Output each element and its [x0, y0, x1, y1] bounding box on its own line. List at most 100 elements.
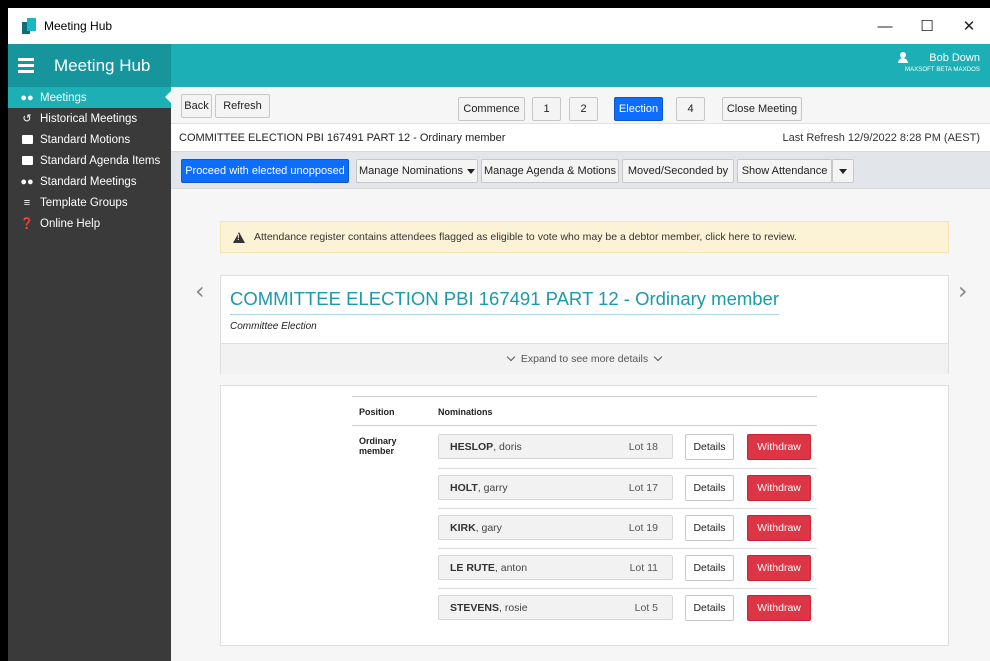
details-button[interactable]: Details: [685, 595, 734, 621]
nomination-row: HOLT, garry Lot 17 Details Withdraw: [438, 468, 817, 508]
sidebar-item-label: Meetings: [40, 91, 87, 104]
nomination-row: HESLOP, doris Lot 18 Details Withdraw: [438, 428, 817, 468]
user-name: Bob Down: [929, 52, 980, 64]
nomination-row: KIRK, gary Lot 19 Details Withdraw: [438, 508, 817, 548]
nominee-lot: Lot 17: [628, 482, 658, 494]
back-button[interactable]: Back: [181, 94, 212, 118]
step-election-button[interactable]: Election: [614, 97, 663, 121]
withdraw-button[interactable]: Withdraw: [747, 434, 811, 460]
election-type: Committee Election: [230, 321, 317, 332]
last-refresh: Last Refresh 12/9/2022 8:28 PM (AEST): [782, 132, 981, 144]
nominee-given-name: , rosie: [499, 602, 528, 614]
nominee-name: HOLT, garry: [450, 482, 508, 494]
step-2-button[interactable]: 2: [569, 97, 598, 121]
show-attendance-button[interactable]: Show Attendance: [737, 159, 832, 183]
nominations-table-header: Position Nominations: [352, 396, 817, 426]
user-icon: [898, 52, 908, 64]
sidebar-item-standard-meetings[interactable]: ●● Standard Meetings: [8, 171, 171, 192]
help-icon: ❓: [20, 218, 34, 230]
election-title: COMMITTEE ELECTION PBI 167491 PART 12 - …: [230, 288, 780, 315]
nominee-given-name: , garry: [477, 482, 508, 494]
sidebar-item-label: Standard Meetings: [40, 175, 137, 188]
sidebar-item-template-groups[interactable]: ≡ Template Groups: [8, 192, 171, 213]
nominee-box: STEVENS, rosie Lot 5: [438, 595, 673, 620]
gavel-icon: [20, 134, 34, 146]
users-icon: ●●: [20, 91, 34, 104]
sidebar-item-historical-meetings[interactable]: ↺ Historical Meetings: [8, 108, 171, 129]
expand-details-toggle[interactable]: Expand to see more details: [221, 343, 948, 374]
scrollbar[interactable]: [982, 44, 990, 661]
withdraw-button[interactable]: Withdraw: [747, 515, 811, 541]
show-attendance-dropdown-toggle[interactable]: [832, 159, 854, 183]
brand-area: Meeting Hub: [8, 44, 171, 87]
warning-icon: [233, 231, 245, 243]
chevron-down-icon: [506, 352, 516, 362]
step-4-button[interactable]: 4: [676, 97, 705, 121]
nominee-name: KIRK, gary: [450, 522, 502, 534]
nominee-box: LE RUTE, anton Lot 11: [438, 555, 673, 580]
nomination-row: STEVENS, rosie Lot 5 Details Withdraw: [438, 588, 817, 628]
window-title: Meeting Hub: [44, 19, 113, 33]
details-button[interactable]: Details: [685, 434, 734, 460]
details-button[interactable]: Details: [685, 515, 734, 541]
nominations-column-header: Nominations: [438, 407, 493, 417]
manage-agenda-motions-button[interactable]: Manage Agenda & Motions: [481, 159, 619, 183]
sidebar-item-online-help[interactable]: ❓ Online Help: [8, 213, 171, 234]
step-commence-button[interactable]: Commence: [458, 97, 525, 121]
user-menu[interactable]: Bob Down MAXSOFT BETA MAXDOS: [880, 52, 980, 82]
moved-seconded-button[interactable]: Moved/Seconded by: [622, 159, 734, 183]
nominee-given-name: , anton: [494, 562, 528, 574]
sidebar-item-standard-motions[interactable]: Standard Motions: [8, 129, 171, 150]
details-button[interactable]: Details: [685, 475, 734, 501]
nominee-lot: Lot 5: [634, 602, 658, 614]
sidebar-item-label: Historical Meetings: [40, 112, 138, 125]
nominee-lot: Lot 11: [629, 562, 658, 574]
nomination-row: LE RUTE, anton Lot 11 Details Withdraw: [438, 548, 817, 588]
next-item-icon[interactable]: ›: [958, 277, 968, 305]
election-card: COMMITTEE ELECTION PBI 167491 PART 12 - …: [220, 275, 949, 374]
app-logo-icon: [22, 18, 36, 34]
nominee-name: STEVENS, rosie: [450, 602, 528, 614]
debtor-warning-alert[interactable]: Attendance register contains attendees f…: [220, 221, 949, 253]
previous-item-icon[interactable]: ‹: [195, 277, 205, 305]
maximize-button[interactable]: ☐: [906, 8, 948, 44]
manage-nominations-dropdown[interactable]: Manage Nominations: [356, 159, 478, 183]
layers-icon: ≡: [23, 196, 31, 209]
proceed-elected-unopposed-button[interactable]: Proceed with elected unopposed: [181, 159, 349, 183]
chevron-down-icon: [653, 352, 663, 362]
app-window: Meeting Hub — ☐ ✕ Meeting Hub Bob Down M…: [8, 8, 990, 661]
nominee-surname: LE RUTE: [450, 562, 495, 574]
bookmark-icon: [20, 155, 34, 167]
position-column-header: Position: [359, 407, 395, 417]
withdraw-button[interactable]: Withdraw: [747, 595, 811, 621]
sidebar-item-label: Online Help: [40, 217, 101, 230]
sidebar-item-meetings[interactable]: ●● Meetings: [8, 87, 172, 108]
close-button[interactable]: ✕: [948, 8, 990, 44]
withdraw-button[interactable]: Withdraw: [747, 555, 811, 581]
sidebar-item-standard-agenda-items[interactable]: Standard Agenda Items: [8, 150, 171, 171]
nominee-surname: HESLOP: [450, 441, 494, 453]
withdraw-button[interactable]: Withdraw: [747, 475, 811, 501]
nominee-given-name: , doris: [493, 441, 522, 453]
caret-down-icon: [466, 168, 475, 174]
step-1-button[interactable]: 1: [532, 97, 561, 121]
nominee-surname: STEVENS: [450, 602, 500, 614]
nominee-box: HESLOP, doris Lot 18: [438, 434, 673, 459]
hamburger-menu-icon[interactable]: [18, 58, 34, 73]
nominee-given-name: , gary: [475, 522, 502, 534]
sidebar-item-label: Standard Agenda Items: [40, 154, 161, 167]
close-meeting-button[interactable]: Close Meeting: [722, 97, 802, 121]
refresh-button[interactable]: Refresh: [215, 94, 270, 118]
details-button[interactable]: Details: [685, 555, 734, 581]
position-line-1: Ordinary: [359, 436, 397, 446]
nominee-name: LE RUTE, anton: [450, 562, 527, 574]
minimize-button[interactable]: —: [864, 8, 906, 44]
brand-title: Meeting Hub: [54, 55, 151, 75]
nominee-name: HESLOP, doris: [450, 441, 522, 453]
caret-down-icon: [839, 168, 847, 174]
expand-details-label: Expand to see more details: [520, 353, 649, 365]
sidebar-item-label: Standard Motions: [40, 133, 131, 146]
position-line-2: member: [359, 446, 395, 456]
manage-nominations-label: Manage Nominations: [359, 165, 463, 177]
nominee-surname: KIRK: [450, 522, 476, 534]
